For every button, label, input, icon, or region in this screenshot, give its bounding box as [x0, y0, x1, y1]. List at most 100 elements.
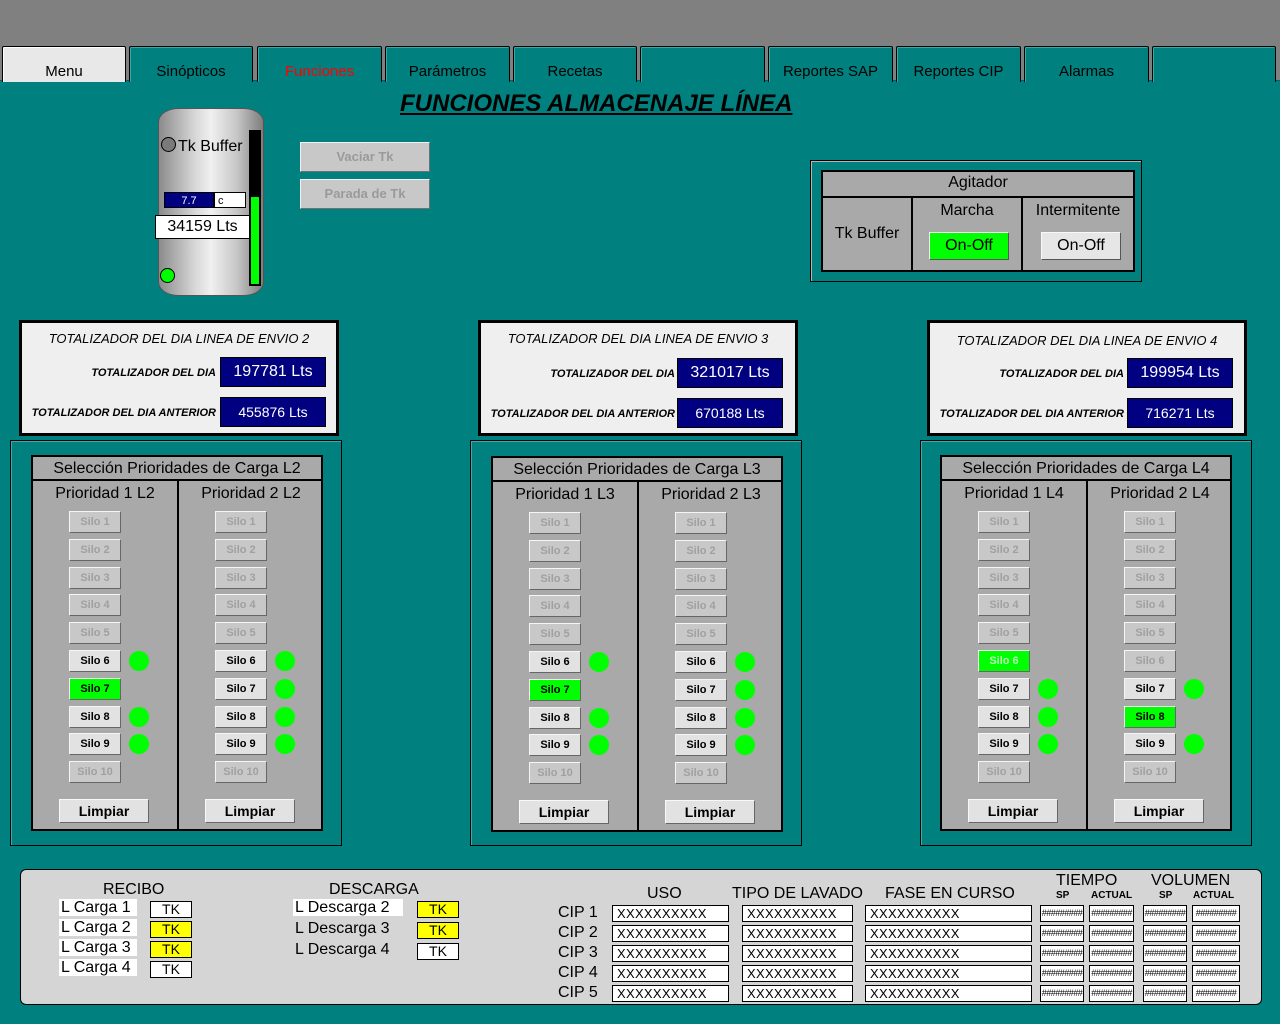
recibo-tk-indicator[interactable]: TK	[150, 901, 192, 918]
silo-7-button[interactable]: Silo 7	[675, 678, 727, 701]
silo-10-button[interactable]: Silo 10	[215, 761, 267, 784]
silo-6-button[interactable]: Silo 6	[529, 651, 581, 673]
silo-5-button[interactable]: Silo 5	[978, 622, 1030, 645]
silo-7-button[interactable]: Silo 7	[529, 678, 581, 701]
limpiar-button[interactable]: Limpiar	[1114, 799, 1204, 823]
tab-recetas[interactable]: Recetas	[513, 46, 637, 82]
silo-4-button[interactable]: Silo 4	[529, 595, 581, 618]
silo-5-button[interactable]: Silo 5	[529, 623, 581, 646]
recibo-tk-indicator[interactable]: TK	[150, 921, 192, 938]
silo-4-button[interactable]: Silo 4	[978, 594, 1030, 617]
silo-8-button[interactable]: Silo 8	[1124, 705, 1176, 728]
cip-tiempo-sp-field: #########	[1040, 965, 1084, 982]
silo-6-button[interactable]: Silo 6	[1124, 650, 1176, 672]
silo-4-button[interactable]: Silo 4	[69, 594, 121, 617]
silo-9-button[interactable]: Silo 9	[1124, 733, 1176, 756]
volumen-sp-header: SP	[1159, 890, 1173, 901]
silo-4-button[interactable]: Silo 4	[675, 595, 727, 618]
silo-10-button[interactable]: Silo 10	[978, 761, 1030, 784]
silo-2-button[interactable]: Silo 2	[675, 539, 727, 562]
limpiar-button[interactable]: Limpiar	[205, 799, 295, 823]
silo-3-button[interactable]: Silo 3	[1124, 566, 1176, 589]
cip-fase-field: XXXXXXXXXX	[865, 925, 1032, 942]
silo-2-button[interactable]: Silo 2	[978, 538, 1030, 561]
silo-9-button[interactable]: Silo 9	[675, 734, 727, 757]
silo-5-button[interactable]: Silo 5	[675, 623, 727, 646]
silo-2-button[interactable]: Silo 2	[529, 539, 581, 562]
silo-9-button[interactable]: Silo 9	[215, 733, 267, 756]
silo-5-button[interactable]: Silo 5	[69, 622, 121, 645]
silo-2-button[interactable]: Silo 2	[69, 538, 121, 561]
silo-7-button[interactable]: Silo 7	[978, 677, 1030, 700]
silo-7-status-led-icon	[275, 678, 295, 699]
silo-1-button[interactable]: Silo 1	[978, 511, 1030, 533]
recibo-tk-indicator[interactable]: TK	[150, 941, 192, 958]
silo-8-button[interactable]: Silo 8	[69, 705, 121, 728]
silo-2-button[interactable]: Silo 2	[1124, 538, 1176, 561]
silo-3-button[interactable]: Silo 3	[675, 567, 727, 590]
totalizer-day-label: TOTALIZADOR DEL DIA	[999, 368, 1124, 380]
tank-buffer[interactable]: Tk Buffer 7.7 c 34159 Lts	[155, 108, 264, 296]
silo-7-button[interactable]: Silo 7	[215, 677, 267, 700]
parada-tk-button[interactable]: Parada de Tk	[300, 179, 430, 209]
intermitente-on-off-button[interactable]: On-Off	[1041, 232, 1121, 260]
silo-7-button[interactable]: Silo 7	[1124, 677, 1176, 700]
silo-10-button[interactable]: Silo 10	[675, 762, 727, 785]
silo-8-button[interactable]: Silo 8	[529, 706, 581, 729]
silo-9-button[interactable]: Silo 9	[69, 733, 121, 756]
silo-5-button[interactable]: Silo 5	[215, 622, 267, 645]
silo-3-button[interactable]: Silo 3	[978, 566, 1030, 589]
limpiar-button[interactable]: Limpiar	[519, 800, 609, 824]
recibo-tk-indicator[interactable]: TK	[150, 961, 192, 978]
cip-volumen-sp-field: #########	[1143, 925, 1187, 942]
silo-9-status-led-icon	[589, 735, 609, 756]
tab-empty-1[interactable]	[640, 46, 765, 82]
silo-1-button[interactable]: Silo 1	[69, 511, 121, 533]
silo-10-button[interactable]: Silo 10	[1124, 761, 1176, 784]
descarga-tk-indicator[interactable]: TK	[417, 922, 459, 939]
tab-empty-2[interactable]	[1152, 46, 1276, 82]
marcha-on-off-button[interactable]: On-Off	[929, 232, 1009, 260]
silo-8-status-led-icon	[1038, 706, 1058, 727]
priority-column-1: Prioridad 1 L2 Silo 1 Silo 2 Silo 3 Silo 4 Si…	[33, 481, 177, 829]
silo-3-button[interactable]: Silo 3	[215, 566, 267, 589]
silo-1-button[interactable]: Silo 1	[215, 511, 267, 533]
tab-sinopticos[interactable]: Sinópticos	[129, 46, 253, 82]
silo-5-button[interactable]: Silo 5	[1124, 622, 1176, 645]
descarga-tk-indicator[interactable]: TK	[417, 901, 459, 918]
silo-9-status-led-icon	[129, 734, 149, 755]
silo-8-button[interactable]: Silo 8	[978, 705, 1030, 728]
silo-8-button[interactable]: Silo 8	[215, 705, 267, 728]
silo-10-button[interactable]: Silo 10	[529, 762, 581, 785]
silo-1-button[interactable]: Silo 1	[529, 512, 581, 534]
silo-9-button[interactable]: Silo 9	[978, 733, 1030, 756]
silo-6-button[interactable]: Silo 6	[675, 651, 727, 673]
cip-volumen-sp-field: #########	[1143, 905, 1187, 922]
limpiar-button[interactable]: Limpiar	[665, 800, 755, 824]
silo-1-button[interactable]: Silo 1	[1124, 511, 1176, 533]
tab-reportes-cip[interactable]: Reportes CIP	[896, 46, 1021, 82]
descarga-tk-indicator[interactable]: TK	[417, 943, 459, 960]
silo-4-button[interactable]: Silo 4	[1124, 594, 1176, 617]
silo-3-button[interactable]: Silo 3	[529, 567, 581, 590]
silo-6-button[interactable]: Silo 6	[69, 650, 121, 672]
vaciar-tk-button[interactable]: Vaciar Tk	[300, 142, 430, 172]
silo-1-button[interactable]: Silo 1	[675, 512, 727, 534]
limpiar-button[interactable]: Limpiar	[968, 799, 1058, 823]
silo-4-button[interactable]: Silo 4	[215, 594, 267, 617]
silo-9-button[interactable]: Silo 9	[529, 734, 581, 757]
cip-volumen-sp-field: #########	[1143, 945, 1187, 962]
silo-2-button[interactable]: Silo 2	[215, 538, 267, 561]
silo-6-button[interactable]: Silo 6	[215, 650, 267, 672]
silo-7-button[interactable]: Silo 7	[69, 677, 121, 700]
tab-parametros[interactable]: Parámetros	[385, 46, 510, 82]
tab-reportes-sap[interactable]: Reportes SAP	[768, 46, 893, 82]
tab-menu[interactable]: Menu	[2, 46, 126, 82]
silo-6-button[interactable]: Silo 6	[978, 650, 1030, 672]
silo-8-button[interactable]: Silo 8	[675, 706, 727, 729]
limpiar-button[interactable]: Limpiar	[59, 799, 149, 823]
tab-alarmas[interactable]: Alarmas	[1024, 46, 1149, 82]
tab-funciones[interactable]: Funciones	[257, 46, 382, 82]
silo-10-button[interactable]: Silo 10	[69, 761, 121, 784]
silo-3-button[interactable]: Silo 3	[69, 566, 121, 589]
